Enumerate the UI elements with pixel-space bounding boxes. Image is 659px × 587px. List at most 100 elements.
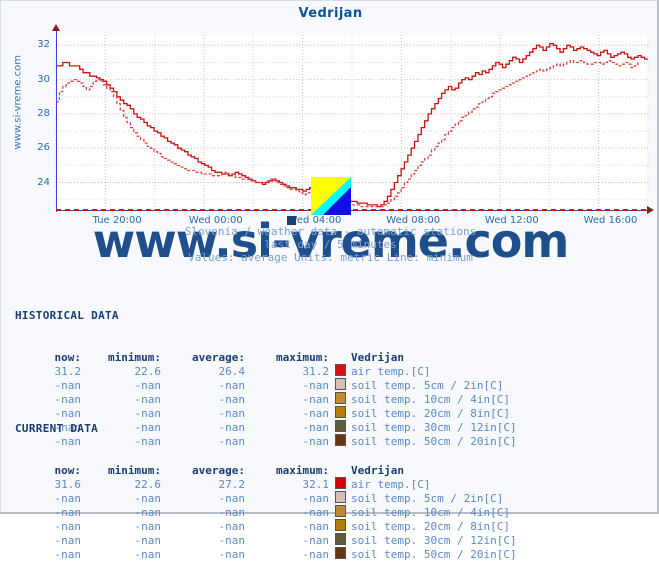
- table-row: -nan -nan -nan -nan soil temp. 5cm / 2in[C]: [15, 378, 517, 392]
- chart-plot-area: 24 26 28 30 32 Tue 20:00 Wed 00:00 Wed 04:00 We…: [37, 24, 654, 226]
- cell-series-label: soil temp. 30cm / 12in[C]: [351, 533, 517, 547]
- cell-maximum: -nan: [302, 491, 330, 505]
- cell-now: -nan: [54, 547, 82, 561]
- cell-minimum: -nan: [134, 533, 162, 547]
- cell-maximum: 32.1: [302, 477, 330, 491]
- cell-average: -nan: [218, 547, 246, 561]
- cell-minimum: -nan: [134, 519, 162, 533]
- header-minimum: minimum:: [108, 463, 161, 477]
- cell-maximum: -nan: [302, 547, 330, 561]
- current-section-title: CURRENT DATA: [15, 422, 99, 435]
- cell-color-swatch: [329, 491, 351, 505]
- axis-now-marker: [287, 216, 296, 225]
- cell-maximum: -nan: [302, 533, 330, 547]
- cell-average: 26.4: [218, 364, 246, 378]
- series-color-swatch-icon: [334, 378, 346, 390]
- table-row: -nan -nan -nan -nan soil temp. 50cm / 20in[C…: [15, 547, 517, 561]
- header-minimum: minimum:: [108, 350, 161, 364]
- series-color-swatch-icon: [334, 364, 346, 376]
- page-title: Vedrijan: [298, 6, 363, 21]
- cell-color-swatch: [329, 547, 351, 561]
- subtitle-line-3: Values: average Units: metric Line: mini…: [188, 251, 473, 264]
- current-table-body: 31.6 22.6 27.2 32.1 air temp.[C] -nan -nan -nan…: [15, 477, 517, 561]
- cell-series-label: soil temp. 5cm / 2in[C]: [351, 378, 504, 392]
- cell-series-label: soil temp. 10cm / 4in[C]: [351, 505, 510, 519]
- cell-now: -nan: [54, 519, 82, 533]
- header-swatch: [329, 350, 351, 364]
- current-data-table: now: minimum: average: maximum: Vedrijan…: [15, 463, 517, 561]
- series-color-swatch-icon: [334, 533, 346, 545]
- cell-color-swatch: [329, 533, 351, 547]
- y-axis-arrow-icon: [52, 24, 60, 31]
- cell-minimum: -nan: [134, 491, 162, 505]
- y-tick-label: 30: [37, 73, 50, 85]
- cell-average: -nan: [218, 519, 246, 533]
- y-axis-line: [56, 29, 57, 212]
- table-header-row: now: minimum: average: maximum: Vedrijan: [15, 463, 517, 477]
- table-row: -nan -nan -nan -nan soil temp. 10cm / 4in[C]: [15, 505, 517, 519]
- cell-average: -nan: [218, 533, 246, 547]
- cell-now: -nan: [54, 505, 82, 519]
- subtitle-line-1: Slovenia / weather data - automatic stat…: [184, 225, 477, 238]
- cell-maximum: -nan: [302, 519, 330, 533]
- cell-now: 31.6: [54, 477, 82, 491]
- cell-maximum: -nan: [302, 505, 330, 519]
- table-row: 31.6 22.6 27.2 32.1 air temp.[C]: [15, 477, 517, 491]
- table-row: -nan -nan -nan -nan soil temp. 30cm / 12in[C…: [15, 533, 517, 547]
- cell-minimum: -nan: [134, 378, 162, 392]
- series-color-swatch-icon: [334, 547, 346, 559]
- cell-series-label: air temp.[C]: [351, 364, 431, 378]
- y-tick-label: 28: [37, 107, 50, 119]
- cell-maximum: -nan: [302, 378, 330, 392]
- cell-now: -nan: [54, 491, 82, 505]
- x-axis-baseline-dashes: [56, 209, 648, 211]
- cell-color-swatch: [329, 364, 351, 378]
- cell-minimum: -nan: [134, 547, 162, 561]
- cell-now: -nan: [54, 378, 82, 392]
- cell-color-swatch: [329, 477, 351, 491]
- y-tick-label: 32: [37, 39, 50, 51]
- header-average: average:: [192, 350, 245, 364]
- cell-average: -nan: [218, 378, 246, 392]
- series-color-swatch-icon: [334, 491, 346, 503]
- cell-average: 27.2: [218, 477, 246, 491]
- header-now: now:: [54, 350, 82, 364]
- cell-series-label: soil temp. 5cm / 2in[C]: [351, 491, 504, 505]
- table-row: -nan -nan -nan -nan soil temp. 20cm / 8in[C]: [15, 519, 517, 533]
- series-color-swatch-icon: [334, 519, 346, 531]
- cell-minimum: 22.6: [134, 477, 162, 491]
- series-color-swatch-icon: [334, 505, 346, 517]
- cell-average: -nan: [218, 491, 246, 505]
- cell-series-label: soil temp. 50cm / 20in[C]: [351, 547, 517, 561]
- subtitle-line-2: last day / 5 minutes: [264, 238, 397, 251]
- series-color-swatch-icon: [334, 477, 346, 489]
- cell-maximum: 31.2: [302, 364, 330, 378]
- cell-minimum: -nan: [134, 505, 162, 519]
- cell-color-swatch: [329, 378, 351, 392]
- y-tick-label: 26: [37, 142, 50, 154]
- header-maximum: maximum:: [276, 463, 329, 477]
- cell-color-swatch: [329, 519, 351, 533]
- weather-chart-page: Vedrijan www.si-vreme.com 24 26 28 30 32 Tue…: [0, 0, 659, 561]
- cell-minimum: 22.6: [134, 364, 162, 378]
- table-row: -nan -nan -nan -nan soil temp. 5cm / 2in[C]: [15, 491, 517, 505]
- table-header-row: now: minimum: average: maximum: Vedrijan: [15, 350, 517, 364]
- cell-now: 31.2: [54, 364, 82, 378]
- cell-color-swatch: [329, 505, 351, 519]
- header-station: Vedrijan: [351, 350, 404, 364]
- header-average: average:: [192, 463, 245, 477]
- header-station: Vedrijan: [351, 463, 404, 477]
- table-row: 31.2 22.6 26.4 31.2 air temp.[C]: [15, 364, 517, 378]
- cell-series-label: soil temp. 20cm / 8in[C]: [351, 519, 510, 533]
- x-axis-arrow-icon: [647, 206, 654, 214]
- cell-series-label: air temp.[C]: [351, 477, 431, 491]
- chart-subtitle: Slovenia / weather data - automatic stat…: [1, 225, 659, 264]
- header-now: now:: [54, 463, 82, 477]
- si-vreme-logo-icon: [311, 177, 351, 215]
- current-data-block: CURRENT DATA now: minimum: average: maxi…: [15, 396, 517, 587]
- cell-average: -nan: [218, 505, 246, 519]
- header-swatch: [329, 463, 351, 477]
- cell-now: -nan: [54, 533, 82, 547]
- header-maximum: maximum:: [276, 350, 329, 364]
- y-tick-label: 24: [37, 176, 50, 188]
